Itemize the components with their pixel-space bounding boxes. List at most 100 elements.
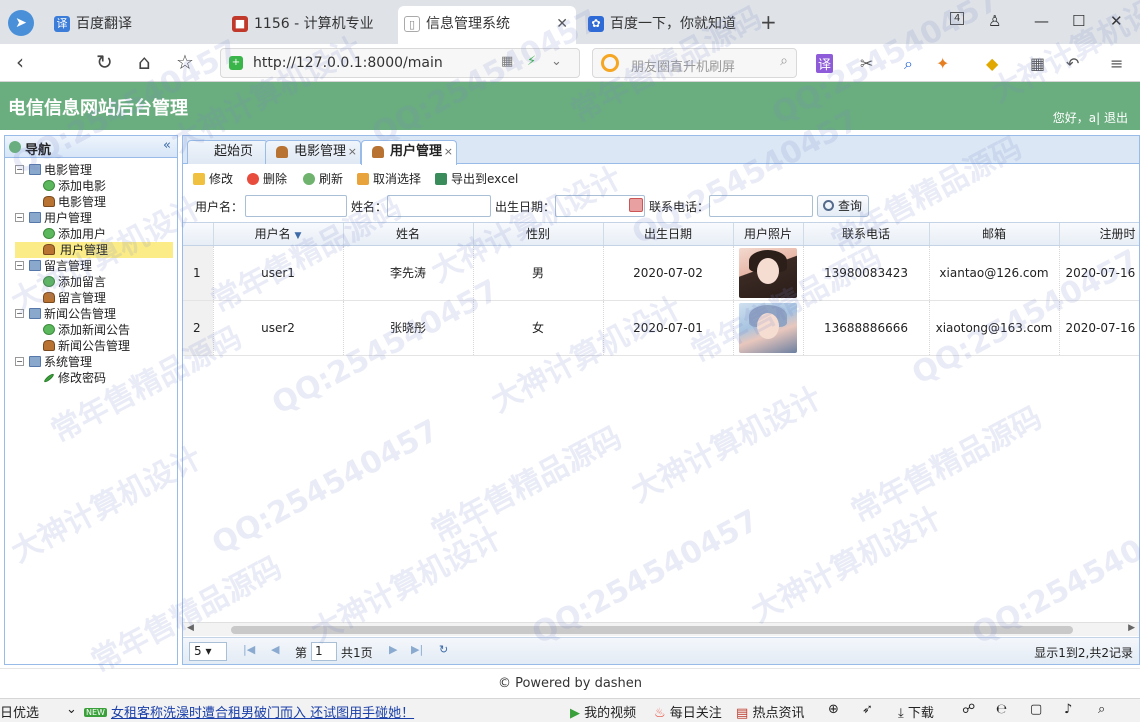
browser-tab-active[interactable]: ▯ 信息管理系统 ✕	[398, 6, 576, 44]
table-row[interactable]: 1 user1 李先涛 男 2020-07-02 13980083423 xia…	[183, 245, 1139, 301]
collapse-toggle-icon[interactable]: −	[15, 165, 24, 174]
col-email[interactable]: 邮箱	[929, 223, 1060, 246]
nav-item[interactable]: 添加用户	[5, 226, 177, 242]
search-icon[interactable]: ⌕	[780, 53, 788, 69]
col-birth[interactable]: 出生日期	[603, 223, 734, 246]
col-phone[interactable]: 联系电话	[803, 223, 930, 246]
my-video-link[interactable]: ▶ 我的视频	[570, 702, 636, 721]
nav-group[interactable]: − 用户管理	[5, 210, 177, 226]
minimize-icon[interactable]: —	[1034, 12, 1049, 30]
export-excel-button[interactable]: 导出到excel	[433, 168, 518, 190]
translate-tool-icon[interactable]: 译	[816, 54, 834, 73]
col-regdate[interactable]: 注册时	[1059, 223, 1139, 246]
scroll-thumb[interactable]	[231, 626, 1073, 634]
nav-item[interactable]: 修改密码	[5, 370, 177, 386]
chevron-down-icon[interactable]: ⌄	[66, 702, 77, 717]
page-size-select[interactable]: 5 ▾	[189, 642, 227, 661]
nav-item[interactable]: 用户管理	[5, 242, 177, 258]
nav-item[interactable]: 添加新闻公告	[5, 322, 177, 338]
browser-tab-baidu[interactable]: ✿ 百度一下，你就知道	[582, 6, 752, 44]
refresh-button[interactable]: 刷新	[301, 168, 343, 190]
apps-icon[interactable]: ▦	[1030, 54, 1045, 73]
browser-logo-icon[interactable]: ➤	[8, 10, 34, 36]
undo-icon[interactable]: ↶	[1066, 54, 1079, 73]
col-gender[interactable]: 性别	[473, 223, 604, 246]
daily-focus-link[interactable]: ♨ 每日关注	[654, 702, 722, 721]
add-icon[interactable]: ⊕	[828, 702, 839, 717]
close-window-icon[interactable]: ✕	[1110, 12, 1123, 30]
first-page-icon[interactable]: |◀	[243, 643, 255, 656]
url-field[interactable]: + http://127.0.0.1:8000/main ▦ ⚡ ⌄	[220, 48, 580, 78]
back-icon[interactable]: ‹	[16, 52, 24, 72]
tab-count-badge[interactable]: 4	[950, 12, 965, 25]
scroll-left-icon[interactable]: ◀	[187, 623, 194, 633]
shirt-icon[interactable]: ♙	[988, 12, 1001, 30]
page-number-input[interactable]: 1	[311, 642, 337, 661]
col-photo[interactable]: 用户照片	[733, 223, 804, 246]
query-button[interactable]: 查询	[817, 195, 870, 217]
close-icon[interactable]: ×	[444, 141, 453, 163]
next-page-icon[interactable]: ▶	[389, 643, 397, 656]
collapse-toggle-icon[interactable]: −	[15, 261, 24, 270]
new-tab-button[interactable]: +	[760, 10, 777, 34]
scissors-icon[interactable]: ✂	[860, 54, 873, 73]
maximize-icon[interactable]: ☐	[1072, 12, 1085, 30]
zoom-icon[interactable]: ⌕	[1098, 702, 1105, 717]
window-icon[interactable]: ▢	[1030, 702, 1042, 717]
nav-item[interactable]: 新闻公告管理	[5, 338, 177, 354]
dropdown-icon[interactable]: ⌄	[551, 54, 562, 69]
browser-tab-site[interactable]: ■ 1156 - 计算机专业	[226, 6, 396, 44]
last-page-icon[interactable]: ▶|	[411, 643, 423, 656]
nav-item[interactable]: 电影管理	[5, 194, 177, 210]
nav-item[interactable]: 添加留言	[5, 274, 177, 290]
nav-group[interactable]: − 电影管理	[5, 162, 177, 178]
home-icon[interactable]: ⌂	[138, 52, 151, 72]
col-username[interactable]: 用户名 ▼	[213, 223, 344, 246]
hot-news-link[interactable]: ▤ 热点资讯	[736, 702, 804, 721]
unselect-button[interactable]: 取消选择	[355, 168, 421, 190]
menu-icon[interactable]: ≡	[1110, 54, 1123, 73]
tab-user-manage[interactable]: 用户管理 ×	[361, 140, 458, 165]
volume-icon[interactable]: ♪	[1064, 702, 1072, 717]
magnifier-icon[interactable]: ⌕	[904, 54, 913, 74]
qr-icon[interactable]: ▦	[501, 54, 513, 69]
download-link[interactable]: ⤓ 下载	[898, 702, 934, 721]
reload-page-icon[interactable]: ↻	[439, 643, 448, 656]
tab-movie-manage[interactable]: 电影管理 ×	[265, 140, 362, 164]
close-icon[interactable]: ×	[348, 141, 357, 163]
username-input[interactable]	[245, 195, 347, 217]
status-left[interactable]: 日优选	[0, 702, 39, 721]
collapse-toggle-icon[interactable]: −	[15, 357, 24, 366]
phone-input[interactable]	[709, 195, 813, 217]
name-input[interactable]	[387, 195, 491, 217]
scroll-right-icon[interactable]: ▶	[1128, 623, 1135, 633]
collapse-toggle-icon[interactable]: −	[15, 213, 24, 222]
nav-group[interactable]: − 留言管理	[5, 258, 177, 274]
shield-icon[interactable]: ◆	[986, 54, 998, 73]
reload-icon[interactable]: ↻	[96, 52, 113, 72]
collapse-icon[interactable]: «	[163, 138, 171, 153]
user-greeting[interactable]: 您好，a| 退出	[1053, 109, 1128, 126]
tab-start-page[interactable]: 起始页	[187, 140, 269, 164]
delete-button[interactable]: 删除	[245, 168, 287, 190]
col-name[interactable]: 姓名	[343, 223, 474, 246]
nav-group[interactable]: − 新闻公告管理	[5, 306, 177, 322]
game-icon[interactable]: ✦	[936, 54, 949, 73]
prev-page-icon[interactable]: ◀	[271, 643, 279, 656]
horizontal-scrollbar[interactable]: ◀ ▶	[183, 622, 1139, 636]
ie-icon[interactable]: ℮	[996, 702, 1007, 717]
extension-icon[interactable]: ☍	[962, 702, 975, 717]
rocket-icon[interactable]: ➶	[862, 702, 873, 717]
nav-item[interactable]: 留言管理	[5, 290, 177, 306]
search-field[interactable]: 朋友圈直升机刷屏 ⌕	[592, 48, 797, 78]
calendar-icon[interactable]	[629, 198, 643, 212]
star-icon[interactable]: ☆	[176, 52, 194, 72]
browser-tab-translate[interactable]: 译 百度翻译	[48, 6, 218, 44]
nav-item[interactable]: 添加电影	[5, 178, 177, 194]
news-ticker[interactable]: NEW 女租客称洗澡时遭合租男破门而入 还试图用手碰她！	[84, 702, 414, 721]
nav-group[interactable]: − 系统管理	[5, 354, 177, 370]
table-row[interactable]: 2 user2 张晓彤 女 2020-07-01 13688886666 xia…	[183, 300, 1139, 356]
collapse-toggle-icon[interactable]: −	[15, 309, 24, 318]
lightning-icon[interactable]: ⚡	[527, 54, 536, 69]
edit-button[interactable]: 修改	[191, 168, 233, 190]
